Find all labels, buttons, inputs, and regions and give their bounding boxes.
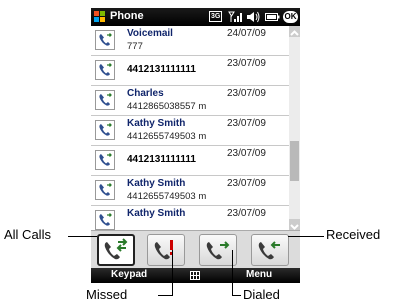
scroll-down-arrow[interactable]: [289, 219, 300, 230]
windows-start-icon[interactable]: [94, 11, 106, 23]
tab-received-calls[interactable]: [251, 234, 289, 266]
call-list-item[interactable]: 4412131111111 23/07/09: [91, 146, 289, 176]
all-calls-icon: [104, 238, 128, 260]
call-filter-tabs: [91, 230, 300, 269]
call-date: 23/07/09: [227, 88, 266, 99]
phone-number: 4412131111111: [127, 64, 196, 75]
menu-softkey[interactable]: Menu: [246, 269, 272, 280]
signal-icon: [228, 11, 242, 22]
call-date: 23/07/09: [227, 148, 266, 159]
title-bar: Phone 3G OK: [91, 8, 300, 26]
chevron-up-icon: [290, 30, 299, 36]
dialed-callout: Dialed: [243, 287, 280, 302]
call-date: 23/07/09: [227, 208, 266, 219]
received-callout-line: [288, 236, 324, 237]
call-type-icon: [95, 180, 115, 200]
received-calls-icon: [258, 241, 280, 260]
contact-name: Kathy Smith: [127, 118, 186, 129]
call-date: 23/07/09: [227, 118, 266, 129]
scrollbar[interactable]: [289, 26, 300, 230]
call-type-icon: [95, 150, 115, 170]
keypad-softkey[interactable]: Keypad: [111, 269, 147, 280]
call-list-item[interactable]: Kathy Smith 23/07/09: [91, 206, 289, 230]
scroll-thumb[interactable]: [290, 141, 299, 181]
dialed-callout-line-v: [232, 250, 233, 295]
call-type-icon: [95, 120, 115, 140]
input-panel-icon[interactable]: [190, 271, 200, 280]
call-list-item[interactable]: Kathy Smith 4412655749503 m 23/07/09: [91, 176, 289, 206]
all-calls-callout: All Calls: [4, 227, 51, 242]
phone-screen: Phone 3G OK Voicemail 777 24/07/09 44121311…: [91, 8, 300, 283]
dialed-calls-icon: [206, 241, 230, 260]
tab-missed-calls[interactable]: [147, 234, 185, 266]
call-history-list: Voicemail 777 24/07/09 4412131111111 23/07/0…: [91, 26, 300, 230]
dialed-callout-line-h: [232, 295, 241, 296]
call-type-icon: [95, 30, 115, 50]
call-list-item[interactable]: 4412131111111 23/07/09: [91, 56, 289, 86]
tab-all-calls[interactable]: [97, 234, 135, 266]
received-callout: Received: [326, 227, 381, 242]
call-list-item[interactable]: Kathy Smith 4412655749503 m 23/07/09: [91, 116, 289, 146]
all-calls-callout-line: [68, 236, 97, 237]
battery-icon: [265, 13, 280, 21]
call-type-icon: [95, 60, 115, 80]
missed-callout: Missed: [86, 287, 128, 302]
missed-callout-line-h: [158, 295, 173, 296]
contact-name: Charles: [127, 88, 164, 99]
phone-number: 4412655749503 m: [127, 131, 207, 142]
call-date: 23/07/09: [227, 58, 266, 69]
contact-name: Voicemail: [127, 28, 173, 39]
call-type-icon: [95, 210, 115, 230]
phone-number: 4412131111111: [127, 154, 196, 165]
app-title: Phone: [110, 10, 144, 22]
network-3g-icon: 3G: [209, 11, 223, 22]
missed-callout-line-v: [172, 250, 173, 295]
call-date: 23/07/09: [227, 178, 266, 189]
phone-number: 4412655749503 m: [127, 191, 207, 202]
scroll-up-arrow[interactable]: [289, 26, 300, 37]
call-type-icon: [95, 90, 115, 110]
contact-name: Kathy Smith: [127, 178, 186, 189]
call-date: 24/07/09: [227, 28, 266, 39]
ok-button[interactable]: OK: [283, 11, 298, 23]
phone-number: 4412865038557 m: [127, 101, 207, 112]
call-list-item[interactable]: Charles 4412865038557 m 23/07/09: [91, 86, 289, 116]
missed-calls-icon: [154, 240, 173, 260]
softkey-bar: Keypad Menu: [91, 268, 300, 283]
volume-icon: [247, 11, 260, 23]
contact-name: Kathy Smith: [127, 208, 186, 219]
phone-number: 777: [127, 41, 143, 52]
call-list-item[interactable]: Voicemail 777 24/07/09: [91, 26, 289, 56]
